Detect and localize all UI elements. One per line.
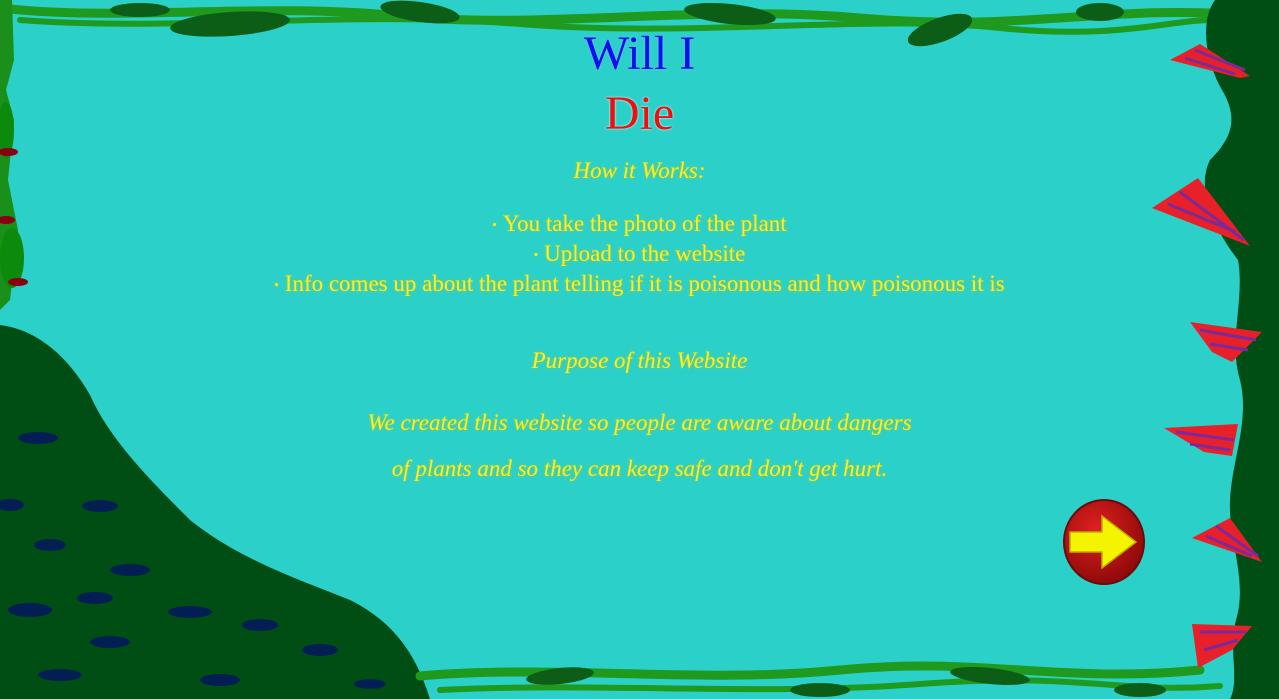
page-title-line2: Die [604, 87, 675, 140]
how-it-works-list: You take the photo of the plant Upload t… [0, 210, 1279, 300]
next-button[interactable] [1062, 498, 1146, 586]
purpose-line-2: of plants and so they can keep safe and … [391, 456, 888, 481]
right-arrow-icon [1063, 499, 1145, 585]
list-item: Info comes up about the plant telling if… [0, 270, 1279, 300]
purpose-line-1: We created this website so people are aw… [367, 410, 912, 435]
how-it-works-heading: How it Works: [573, 158, 706, 183]
page-title-line1: Will I [583, 27, 696, 80]
purpose-heading: Purpose of this Website [531, 348, 748, 373]
list-item: You take the photo of the plant [0, 210, 1279, 240]
list-item: Upload to the website [0, 240, 1279, 270]
purpose-description: We created this website so people are aw… [0, 400, 1279, 492]
